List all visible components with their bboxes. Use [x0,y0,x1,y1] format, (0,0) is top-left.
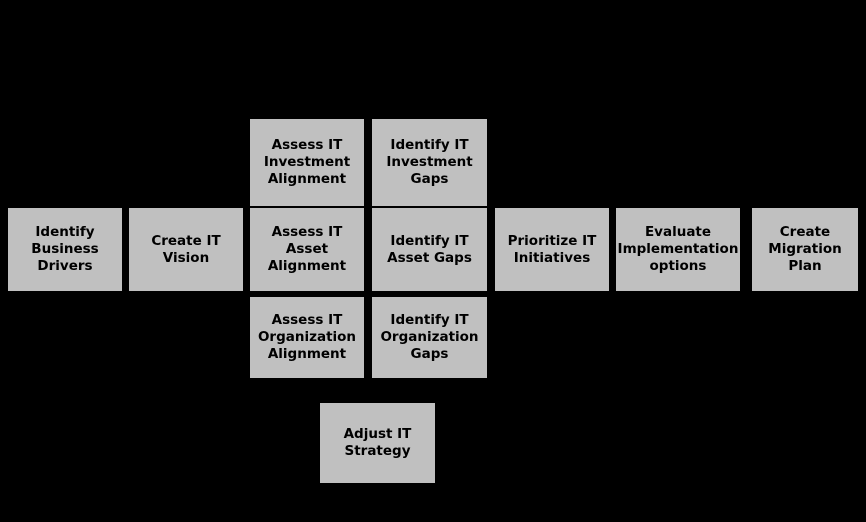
process-box-assess-it-organization-alignment[interactable]: Assess IT Organization Alignment [250,297,364,378]
process-box-identify-it-organization-gaps[interactable]: Identify IT Organization Gaps [372,297,487,378]
process-box-create-it-vision[interactable]: Create IT Vision [129,208,243,291]
process-box-assess-it-investment-alignment[interactable]: Assess IT Investment Alignment [250,119,364,206]
process-box-assess-it-asset-alignment[interactable]: Assess IT Asset Alignment [250,208,364,291]
process-box-prioritize-it-initiatives[interactable]: Prioritize IT Initiatives [495,208,609,291]
process-box-evaluate-implementation-options[interactable]: Evaluate Implementation options [616,208,740,291]
process-box-create-migration-plan[interactable]: Create Migration Plan [752,208,858,291]
process-box-identify-it-asset-gaps[interactable]: Identify IT Asset Gaps [372,208,487,291]
process-box-identify-business-drivers[interactable]: Identify Business Drivers [8,208,122,291]
process-box-adjust-it-strategy[interactable]: Adjust IT Strategy [320,403,435,483]
process-box-identify-it-investment-gaps[interactable]: Identify IT Investment Gaps [372,119,487,206]
process-flow-diagram: Identify Business Drivers Create IT Visio… [0,0,866,522]
